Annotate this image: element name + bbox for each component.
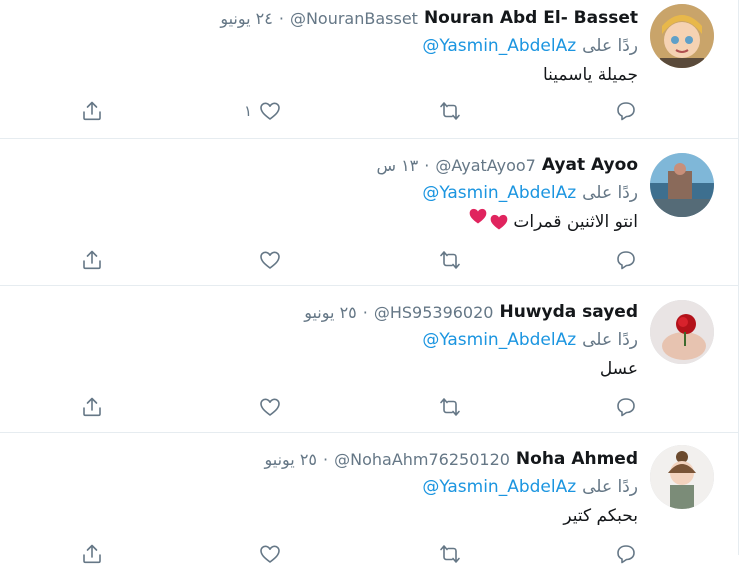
heart-icon (260, 102, 280, 120)
tweet-3[interactable]: Noha Ahmed @NohaAhm76250120 · ٢٥ يونيو ر… (0, 433, 738, 564)
retweet-icon (440, 251, 460, 269)
rose-hands-avatar-icon (650, 300, 714, 364)
author-name[interactable]: Ayat Ayoo (542, 155, 638, 175)
share-button[interactable] (80, 245, 104, 275)
tweet-text-row: انتو الاثنين قمرات (468, 208, 638, 236)
heart-icon (260, 251, 280, 269)
avatar[interactable] (650, 445, 714, 509)
timestamp[interactable]: ١٣ س (376, 156, 418, 175)
share-icon (83, 397, 101, 417)
reply-prefix: ردًا على (582, 330, 638, 350)
author-name[interactable]: Nouran Abd El- Basset (424, 8, 638, 28)
reply-to-user-link[interactable]: @Yasmin_AbdelAz (422, 183, 576, 203)
retweet-icon (440, 545, 460, 563)
reply-prefix: ردًا على (582, 36, 638, 56)
separator-dot: · (278, 8, 284, 28)
sea-photo-avatar-icon (650, 153, 714, 217)
reply-icon (617, 545, 635, 564)
retweet-icon (440, 102, 460, 120)
retweet-button[interactable] (438, 539, 462, 569)
reply-feed: Nouran Abd El- Basset @NouranBasset · ٢٤… (0, 0, 739, 564)
two-hearts-emoji-icon (468, 208, 509, 232)
timestamp[interactable]: ٢٥ يونيو (264, 450, 317, 469)
like-count: ١ (243, 102, 252, 120)
tweet-text: انتو الاثنين قمرات (513, 212, 638, 232)
like-button[interactable]: ١ (244, 96, 282, 126)
heart-icon (260, 398, 280, 416)
reply-prefix: ردًا على (582, 183, 638, 203)
reply-button[interactable] (614, 245, 638, 275)
avatar[interactable] (650, 300, 714, 364)
timestamp[interactable]: ٢٥ يونيو (304, 303, 357, 322)
author-name[interactable]: Noha Ahmed (516, 449, 638, 469)
author-handle[interactable]: @NouranBasset (290, 9, 418, 28)
share-icon (83, 250, 101, 270)
avatar[interactable] (650, 153, 714, 217)
reply-icon (617, 398, 635, 417)
like-button[interactable] (258, 539, 282, 569)
tweet-2[interactable]: Huwyda sayed @HS95396020 · ٢٥ يونيو ردًا… (0, 286, 738, 433)
share-button[interactable] (80, 96, 104, 126)
share-button[interactable] (80, 539, 104, 569)
like-button[interactable] (258, 392, 282, 422)
tweet-text: عسل (599, 359, 638, 379)
tweet-text: بحبكم كتير (563, 506, 638, 526)
reply-to-user-link[interactable]: @Yasmin_AbdelAz (422, 330, 576, 350)
cartoon-girl-avatar-icon (650, 4, 714, 68)
like-button[interactable] (258, 245, 282, 275)
reply-to-user-link[interactable]: @Yasmin_AbdelAz (422, 36, 576, 56)
author-name[interactable]: Huwyda sayed (499, 302, 638, 322)
girl-illustration-avatar-icon (650, 445, 714, 509)
retweet-button[interactable] (438, 245, 462, 275)
retweet-button[interactable] (438, 392, 462, 422)
separator-dot: · (424, 155, 430, 175)
avatar[interactable] (650, 4, 714, 68)
reply-to-user-link[interactable]: @Yasmin_AbdelAz (422, 477, 576, 497)
share-icon (83, 101, 101, 121)
tweet-0[interactable]: Nouran Abd El- Basset @NouranBasset · ٢٤… (0, 0, 738, 139)
reply-button[interactable] (614, 96, 638, 126)
reply-icon (617, 251, 635, 270)
reply-prefix: ردًا على (582, 477, 638, 497)
reply-icon (617, 102, 635, 121)
tweet-text: جميلة ياسمينا (542, 65, 638, 85)
reply-button[interactable] (614, 392, 638, 422)
share-button[interactable] (80, 392, 104, 422)
author-handle[interactable]: @AyatAyoo7 (435, 156, 536, 175)
tweet-1[interactable]: Ayat Ayoo @AyatAyoo7 · ١٣ س ردًا على @Ya… (0, 139, 738, 286)
author-handle[interactable]: @HS95396020 (374, 303, 494, 322)
separator-dot: · (362, 302, 368, 322)
author-handle[interactable]: @NohaAhm76250120 (334, 450, 510, 469)
heart-icon (260, 545, 280, 563)
retweet-icon (440, 398, 460, 416)
share-icon (83, 544, 101, 564)
timestamp[interactable]: ٢٤ يونيو (220, 9, 273, 28)
reply-button[interactable] (614, 539, 638, 569)
retweet-button[interactable] (438, 96, 462, 126)
separator-dot: · (323, 449, 329, 469)
